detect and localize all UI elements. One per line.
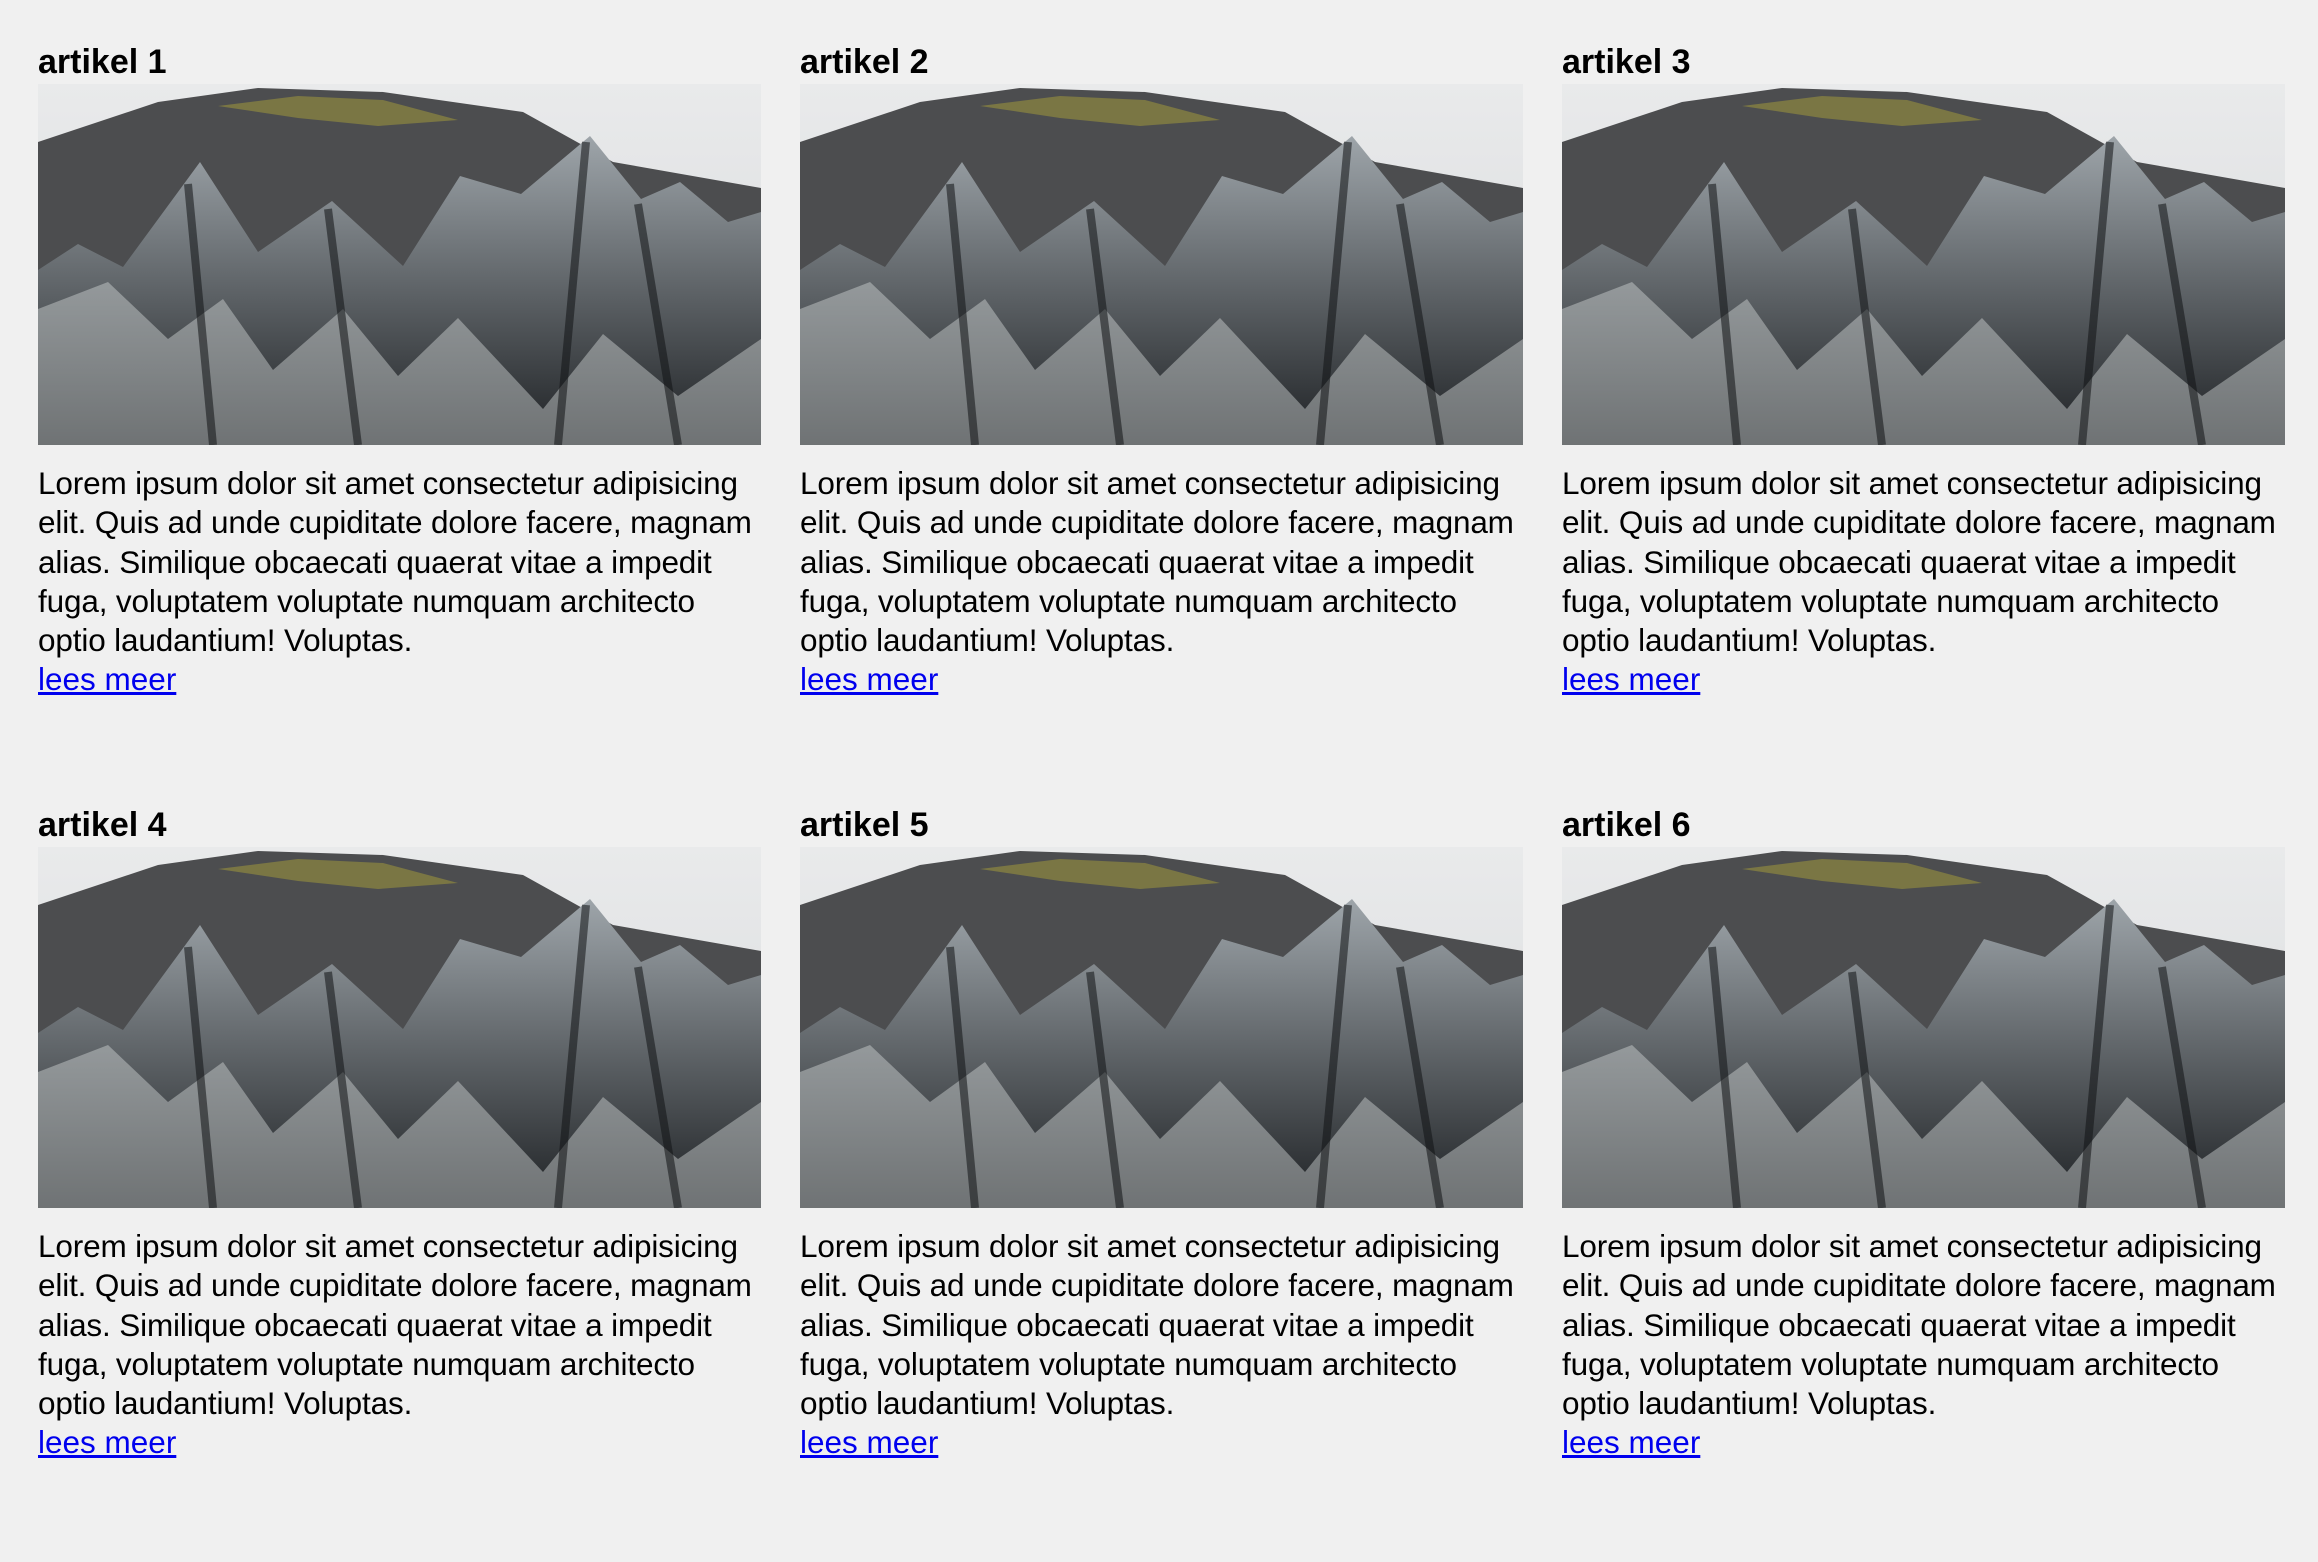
article-title: artikel 5 bbox=[800, 806, 929, 844]
article-grid: artikel 1 Lorem ipsum dolor sit amet con… bbox=[38, 40, 2286, 1480]
article-card-2: artikel 2 Lorem ipsum dolor sit amet con… bbox=[800, 40, 1523, 717]
read-more-link[interactable]: lees meer bbox=[1562, 660, 1700, 699]
glacier-image bbox=[1562, 847, 2285, 1208]
glacier-image bbox=[38, 84, 761, 445]
article-card-5: artikel 5 Lorem ipsum dolor sit amet con… bbox=[800, 803, 1523, 1480]
article-text: Lorem ipsum dolor sit amet consectetur a… bbox=[1562, 465, 2276, 659]
glacier-image bbox=[800, 84, 1523, 445]
article-text: Lorem ipsum dolor sit amet consectetur a… bbox=[800, 465, 1514, 659]
article-card-6: artikel 6 Lorem ipsum dolor sit amet con… bbox=[1562, 803, 2285, 1480]
glacier-image bbox=[1562, 84, 2285, 445]
article-card-3: artikel 3 Lorem ipsum dolor sit amet con… bbox=[1562, 40, 2285, 717]
glacier-image bbox=[38, 847, 761, 1208]
article-card-1: artikel 1 Lorem ipsum dolor sit amet con… bbox=[38, 40, 761, 717]
article-title: artikel 3 bbox=[1562, 43, 1691, 81]
article-title: artikel 4 bbox=[38, 806, 167, 844]
article-card-4: artikel 4 Lorem ipsum dolor sit amet con… bbox=[38, 803, 761, 1480]
glacier-image bbox=[800, 847, 1523, 1208]
article-text: Lorem ipsum dolor sit amet consectetur a… bbox=[1562, 1228, 2276, 1422]
read-more-link[interactable]: lees meer bbox=[1562, 1423, 1700, 1462]
article-text: Lorem ipsum dolor sit amet consectetur a… bbox=[38, 465, 752, 659]
read-more-link[interactable]: lees meer bbox=[38, 660, 176, 699]
article-title: artikel 1 bbox=[38, 43, 167, 81]
article-text: Lorem ipsum dolor sit amet consectetur a… bbox=[800, 1228, 1514, 1422]
read-more-link[interactable]: lees meer bbox=[800, 660, 938, 699]
read-more-link[interactable]: lees meer bbox=[38, 1423, 176, 1462]
article-title: artikel 6 bbox=[1562, 806, 1691, 844]
article-text: Lorem ipsum dolor sit amet consectetur a… bbox=[38, 1228, 752, 1422]
read-more-link[interactable]: lees meer bbox=[800, 1423, 938, 1462]
article-title: artikel 2 bbox=[800, 43, 929, 81]
